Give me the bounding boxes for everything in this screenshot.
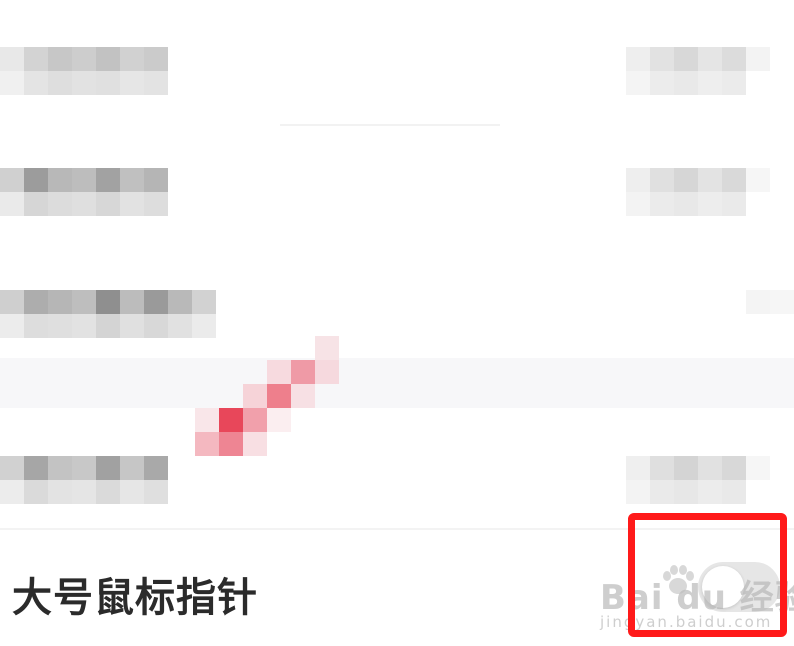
highlight-box [628,513,787,637]
setting-label: 大号鼠标指针 [12,575,258,621]
divider [280,124,500,126]
selected-row-band [0,358,794,408]
